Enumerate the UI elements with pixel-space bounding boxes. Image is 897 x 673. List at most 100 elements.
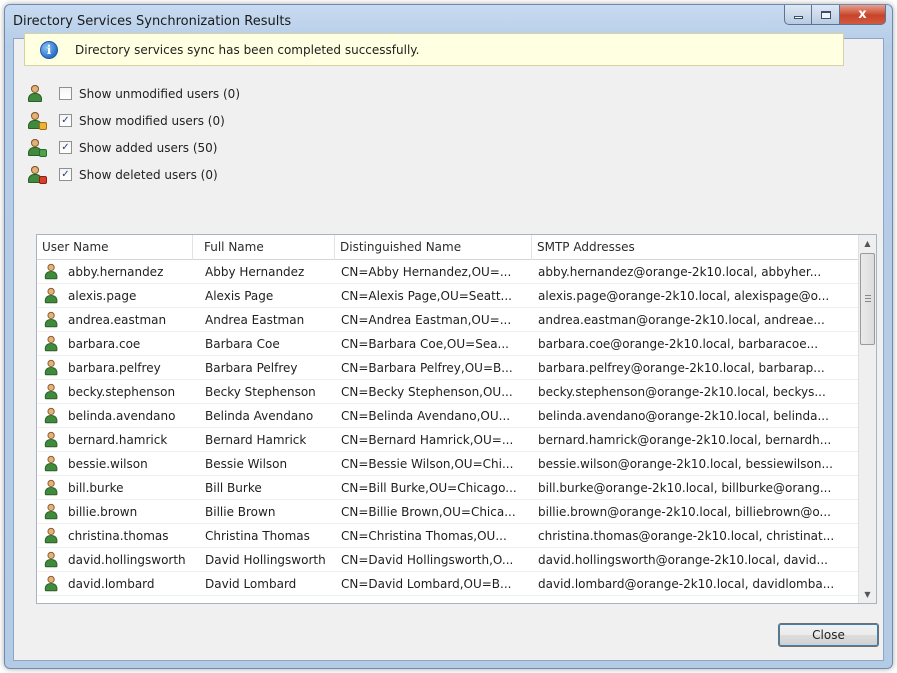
table-row[interactable]: christina.thomas Christina Thomas CN=Chris… (37, 524, 859, 548)
user-icon (44, 455, 60, 472)
table-row[interactable]: bessie.wilson Bessie Wilson CN=Bessie Wils… (37, 452, 859, 476)
show-deleted-checkbox[interactable]: ✓ (59, 168, 72, 181)
cell-smtp-addresses: belinda.avendano@orange-2k10.local, beli… (538, 409, 829, 423)
user-name-text: barbara.coe (68, 337, 141, 351)
cell-smtp-addresses: bessie.wilson@orange-2k10.local, bessiew… (538, 457, 833, 471)
cell-full-name: Christina Thomas (205, 529, 310, 543)
user-name-text: david.hollingsworth (68, 553, 186, 567)
cell-full-name: Bessie Wilson (205, 457, 288, 471)
cell-user-name: christina.thomas (43, 524, 199, 548)
cell-full-name: Bernard Hamrick (205, 433, 307, 447)
cell-full-name: Andrea Eastman (205, 313, 305, 327)
cell-full-name: Barbara Pelfrey (205, 361, 298, 375)
vertical-scrollbar[interactable]: ▲ ▼ (858, 235, 876, 603)
cell-user-name: abby.hernandez (43, 260, 199, 284)
user-icon (44, 407, 60, 424)
cell-smtp-addresses: bernard.hamrick@orange-2k10.local, berna… (538, 433, 832, 447)
table-row[interactable]: becky.stephenson Becky Stephenson CN=Becky… (37, 380, 859, 404)
info-banner: i Directory services sync has been compl… (24, 33, 844, 66)
table-row[interactable]: andrea.eastman Andrea Eastman CN=Andrea Ea… (37, 308, 859, 332)
show-added-label[interactable]: Show added users (50) (79, 141, 217, 155)
cell-user-name: bernard.hamrick (43, 428, 199, 452)
cell-smtp-addresses: billie.brown@orange-2k10.local, billiebr… (538, 505, 831, 519)
table-row[interactable]: abby.hernandez Abby Hernandez CN=Abby Hern… (37, 260, 859, 284)
close-icon: x (858, 7, 867, 22)
table-row[interactable]: alexis.page Alexis Page CN=Alexis Page,OU=… (37, 284, 859, 308)
column-header-full-name[interactable]: Full Name (199, 235, 335, 260)
cell-smtp-addresses: abby.hernandez@orange-2k10.local, abbyhe… (538, 265, 822, 279)
user-icon (44, 359, 60, 376)
cell-distinguished-name: CN=David Hollingsworth,O... (341, 553, 514, 567)
cell-user-name: bessie.wilson (43, 452, 199, 476)
minimize-button[interactable] (784, 5, 812, 25)
table-row[interactable]: david.lombard David Lombard CN=David Lomba… (37, 572, 859, 596)
scroll-down-icon[interactable]: ▼ (859, 586, 876, 603)
cell-distinguished-name: CN=Bernard Hamrick,OU=... (341, 433, 514, 447)
cell-distinguished-name: CN=David Lombard,OU=B... (341, 577, 512, 591)
maximize-button[interactable] (812, 5, 840, 25)
cell-user-name: billie.brown (43, 500, 199, 524)
cell-smtp-addresses: andrea.eastman@orange-2k10.local, andrea… (538, 313, 825, 327)
table-row[interactable]: bill.burke Bill Burke CN=Bill Burke,OU=Chi… (37, 476, 859, 500)
window-close-button[interactable]: x (840, 5, 886, 25)
cell-distinguished-name: CN=Barbara Coe,OU=Sea... (341, 337, 509, 351)
info-icon: i (40, 40, 58, 59)
cell-user-name: alexis.page (43, 284, 199, 308)
user-name-text: bill.burke (68, 481, 124, 495)
filter-added-users: ✓ Show added users (50) (27, 134, 240, 161)
table-row[interactable]: billie.brown Billie Brown CN=Billie Brown,… (37, 500, 859, 524)
show-unmodified-checkbox[interactable] (59, 87, 72, 100)
user-icon (44, 527, 60, 544)
user-icon (44, 287, 60, 304)
filter-deleted-users: ✓ Show deleted users (0) (27, 161, 240, 188)
table-row[interactable]: belinda.avendano Belinda Avendano CN=Belin… (37, 404, 859, 428)
close-button[interactable]: Close (778, 623, 879, 647)
show-unmodified-label[interactable]: Show unmodified users (0) (79, 87, 240, 101)
column-header-user-name[interactable]: User Name (37, 235, 193, 260)
scroll-up-icon[interactable]: ▲ (859, 235, 876, 252)
user-name-text: alexis.page (68, 289, 137, 303)
user-delete-icon (27, 165, 47, 184)
cell-distinguished-name: CN=Andrea Eastman,OU=... (341, 313, 512, 327)
scroll-thumb[interactable] (860, 253, 875, 345)
user-name-text: becky.stephenson (68, 385, 176, 399)
show-deleted-label[interactable]: Show deleted users (0) (79, 168, 218, 182)
column-header-smtp-addresses[interactable]: SMTP Addresses (532, 235, 859, 260)
user-icon (44, 383, 60, 400)
column-header-distinguished-name[interactable]: Distinguished Name (335, 235, 532, 260)
table-row[interactable]: barbara.coe Barbara Coe CN=Barbara Coe,OU=… (37, 332, 859, 356)
table-row[interactable]: barbara.pelfrey Barbara Pelfrey CN=Barbara… (37, 356, 859, 380)
user-add-icon (27, 138, 47, 157)
user-name-text: billie.brown (68, 505, 138, 519)
user-icon (44, 575, 60, 592)
filter-unmodified-users: Show unmodified users (0) (27, 80, 240, 107)
user-name-text: andrea.eastman (68, 313, 167, 327)
user-icon (44, 431, 60, 448)
cell-full-name: Barbara Coe (205, 337, 280, 351)
cell-user-name: barbara.pelfrey (43, 356, 199, 380)
cell-smtp-addresses: becky.stephenson@orange-2k10.local, beck… (538, 385, 826, 399)
user-name-text: christina.thomas (68, 529, 169, 543)
cell-full-name: David Hollingsworth (205, 553, 326, 567)
cell-smtp-addresses: bill.burke@orange-2k10.local, billburke@… (538, 481, 832, 495)
caption-buttons: x (784, 5, 886, 26)
cell-distinguished-name: CN=Bessie Wilson,OU=Chi... (341, 457, 514, 471)
show-modified-checkbox[interactable]: ✓ (59, 114, 72, 127)
minimize-icon (793, 16, 803, 19)
cell-smtp-addresses: christina.thomas@orange-2k10.local, chri… (538, 529, 835, 543)
cell-full-name: Bill Burke (205, 481, 262, 495)
users-grid[interactable]: User Name Full Name Distinguished Name S… (36, 234, 877, 604)
cell-user-name: david.lombard (43, 572, 199, 596)
cell-smtp-addresses: barbara.coe@orange-2k10.local, barbaraco… (538, 337, 819, 351)
table-row[interactable]: david.hollingsworth David Hollingsworth CN… (37, 548, 859, 572)
user-icon (44, 311, 60, 328)
table-row[interactable]: bernard.hamrick Bernard Hamrick CN=Bernard… (37, 428, 859, 452)
cell-distinguished-name: CN=Abby Hernandez,OU=... (341, 265, 512, 279)
user-name-text: abby.hernandez (68, 265, 164, 279)
user-name-text: bessie.wilson (68, 457, 148, 471)
show-added-checkbox[interactable]: ✓ (59, 141, 72, 154)
show-modified-label[interactable]: Show modified users (0) (79, 114, 225, 128)
cell-distinguished-name: CN=Billie Brown,OU=Chica... (341, 505, 516, 519)
user-icon (44, 479, 60, 496)
cell-user-name: david.hollingsworth (43, 548, 199, 572)
